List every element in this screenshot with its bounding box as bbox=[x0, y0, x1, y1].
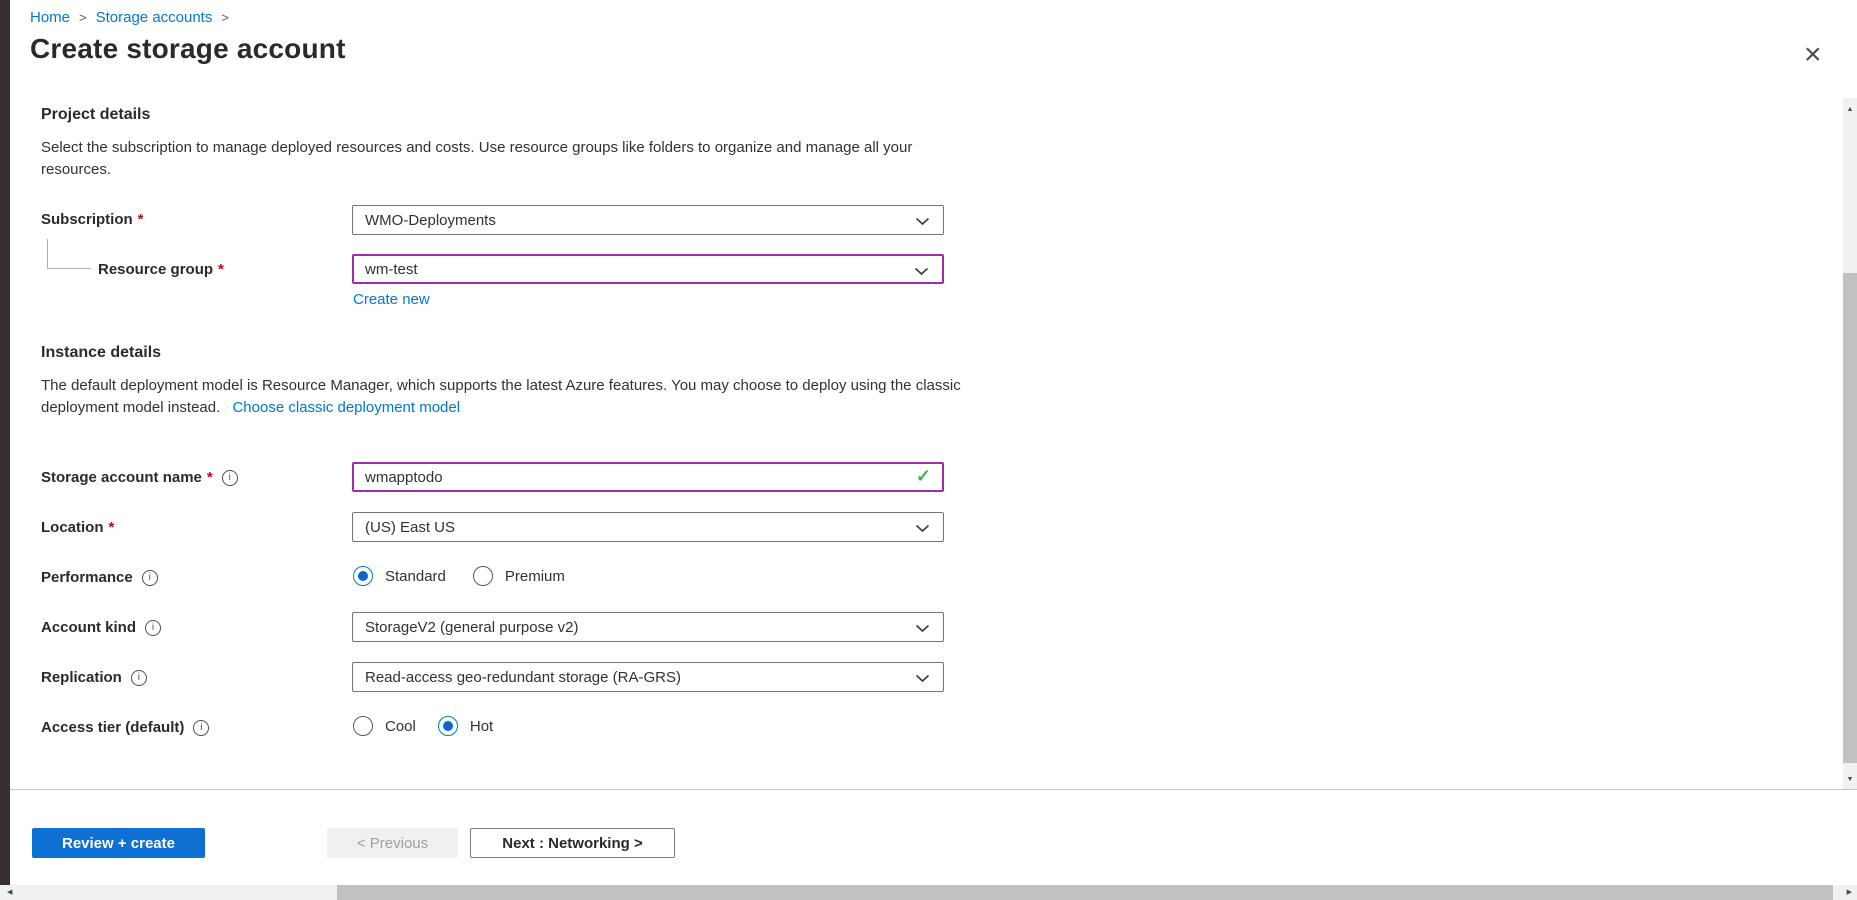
subscription-label-text: Subscription bbox=[41, 211, 133, 228]
radio-label: Hot bbox=[470, 718, 493, 735]
info-icon[interactable]: i bbox=[145, 620, 161, 636]
replication-label: Replication i bbox=[41, 669, 147, 686]
required-asterisk: * bbox=[109, 519, 115, 536]
scroll-left-icon[interactable]: ◀ bbox=[7, 885, 12, 900]
instance-details-description: The default deployment model is Resource… bbox=[41, 375, 963, 419]
storage-account-name-label: Storage account name * i bbox=[41, 469, 238, 486]
chevron-down-icon bbox=[915, 217, 930, 226]
storage-account-name-label-text: Storage account name bbox=[41, 469, 202, 486]
resource-group-value: wm-test bbox=[365, 261, 418, 278]
radio-label: Standard bbox=[385, 568, 446, 585]
replication-label-text: Replication bbox=[41, 669, 122, 686]
subscription-dropdown[interactable]: WMO-Deployments bbox=[352, 205, 944, 235]
chevron-down-icon bbox=[915, 674, 930, 683]
resource-group-connector-line bbox=[47, 268, 91, 269]
performance-premium-radio[interactable]: Premium bbox=[473, 566, 565, 586]
chevron-down-icon bbox=[914, 267, 929, 276]
storage-account-name-field: ✓ bbox=[352, 462, 944, 492]
project-details-description: Select the subscription to manage deploy… bbox=[41, 137, 949, 181]
required-asterisk: * bbox=[218, 261, 224, 278]
horizontal-scrollbar-thumb[interactable] bbox=[337, 885, 1833, 900]
access-tier-hot-radio[interactable]: Hot bbox=[438, 716, 493, 736]
breadcrumb-separator-icon: > bbox=[221, 10, 229, 25]
storage-account-name-input[interactable] bbox=[352, 462, 944, 492]
account-kind-value: StorageV2 (general purpose v2) bbox=[365, 619, 578, 636]
replication-dropdown[interactable]: Read-access geo-redundant storage (RA-GR… bbox=[352, 662, 944, 692]
resource-group-connector-line bbox=[47, 239, 48, 268]
access-tier-label: Access tier (default) i bbox=[41, 719, 209, 736]
instance-details-heading: Instance details bbox=[41, 344, 161, 362]
left-edge-bar bbox=[0, 0, 10, 885]
chevron-down-icon bbox=[915, 524, 930, 533]
next-networking-button[interactable]: Next : Networking > bbox=[470, 828, 675, 858]
create-new-link[interactable]: Create new bbox=[353, 291, 430, 308]
breadcrumb-home-link[interactable]: Home bbox=[30, 9, 70, 26]
scroll-down-icon[interactable]: ▼ bbox=[1843, 776, 1857, 783]
info-icon[interactable]: i bbox=[131, 670, 147, 686]
location-value: (US) East US bbox=[365, 519, 455, 536]
review-create-button[interactable]: Review + create bbox=[32, 828, 205, 858]
horizontal-scrollbar[interactable]: ◀ ▶ bbox=[0, 885, 1857, 900]
info-icon[interactable]: i bbox=[222, 470, 238, 486]
breadcrumb-storage-accounts-link[interactable]: Storage accounts bbox=[96, 9, 213, 26]
performance-label: Performance i bbox=[41, 569, 158, 586]
replication-value: Read-access geo-redundant storage (RA-GR… bbox=[365, 669, 681, 686]
radio-unselected-icon bbox=[353, 716, 373, 736]
radio-selected-icon bbox=[353, 566, 373, 586]
radio-selected-icon bbox=[438, 716, 458, 736]
account-kind-dropdown[interactable]: StorageV2 (general purpose v2) bbox=[352, 612, 944, 642]
access-tier-cool-radio[interactable]: Cool bbox=[353, 716, 416, 736]
location-dropdown[interactable]: (US) East US bbox=[352, 512, 944, 542]
required-asterisk: * bbox=[138, 211, 144, 228]
info-icon[interactable]: i bbox=[142, 570, 158, 586]
location-label: Location * bbox=[41, 519, 114, 536]
scroll-up-icon[interactable]: ▲ bbox=[1843, 106, 1857, 113]
radio-unselected-icon bbox=[473, 566, 493, 586]
validation-check-icon: ✓ bbox=[916, 466, 931, 487]
chevron-down-icon bbox=[915, 624, 930, 633]
performance-label-text: Performance bbox=[41, 569, 133, 586]
resource-group-dropdown[interactable]: wm-test bbox=[352, 254, 944, 284]
close-icon[interactable]: × bbox=[1804, 40, 1822, 70]
previous-button[interactable]: < Previous bbox=[327, 828, 458, 858]
subscription-value: WMO-Deployments bbox=[365, 212, 496, 229]
resource-group-label: Resource group * bbox=[98, 261, 224, 278]
page-title: Create storage account bbox=[30, 33, 346, 65]
vertical-scrollbar[interactable]: ▲ ▼ bbox=[1843, 98, 1857, 789]
project-details-heading: Project details bbox=[41, 106, 150, 124]
resource-group-label-text: Resource group bbox=[98, 261, 213, 278]
choose-classic-deployment-link[interactable]: Choose classic deployment model bbox=[232, 399, 460, 416]
performance-radio-group: Standard Premium bbox=[353, 566, 592, 586]
required-asterisk: * bbox=[207, 469, 213, 486]
info-icon[interactable]: i bbox=[193, 720, 209, 736]
footer-divider bbox=[10, 789, 1857, 790]
performance-standard-radio[interactable]: Standard bbox=[353, 566, 446, 586]
access-tier-label-text: Access tier (default) bbox=[41, 719, 184, 736]
account-kind-label-text: Account kind bbox=[41, 619, 136, 636]
subscription-label: Subscription * bbox=[41, 211, 144, 228]
breadcrumb: Home > Storage accounts > bbox=[30, 9, 238, 26]
radio-label: Premium bbox=[505, 568, 565, 585]
scroll-right-icon[interactable]: ▶ bbox=[1847, 885, 1852, 900]
instance-details-text: The default deployment model is Resource… bbox=[41, 377, 961, 416]
vertical-scrollbar-thumb[interactable] bbox=[1843, 273, 1857, 763]
breadcrumb-separator-icon: > bbox=[79, 10, 87, 25]
radio-label: Cool bbox=[385, 718, 416, 735]
account-kind-label: Account kind i bbox=[41, 619, 161, 636]
location-label-text: Location bbox=[41, 519, 104, 536]
access-tier-radio-group: Cool Hot bbox=[353, 716, 520, 736]
